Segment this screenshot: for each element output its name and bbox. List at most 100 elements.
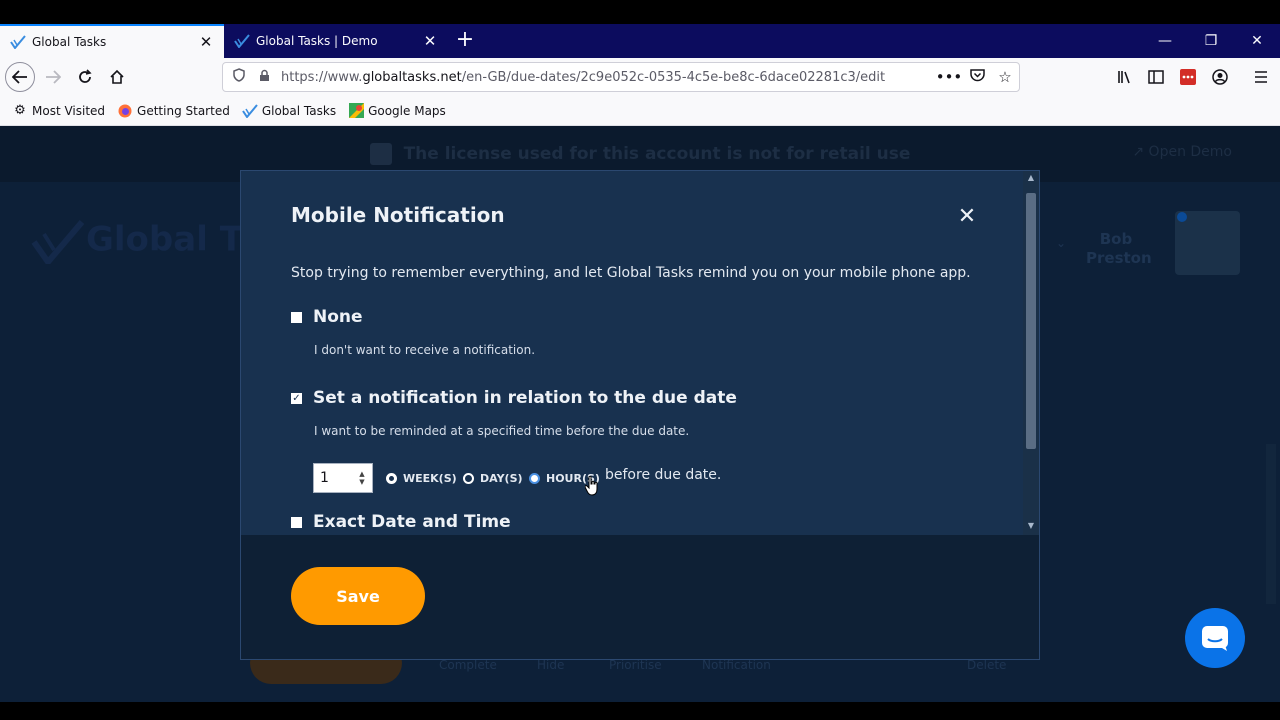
reload-button[interactable] bbox=[70, 62, 100, 92]
back-button[interactable] bbox=[5, 62, 35, 92]
tab-global-tasks-demo[interactable]: Global Tasks | Demo ✕ bbox=[224, 24, 448, 58]
option-exact-date[interactable]: Exact Date and Time bbox=[291, 512, 511, 532]
bookmark-label: Most Visited bbox=[32, 103, 106, 118]
option-none[interactable]: None bbox=[291, 307, 363, 327]
lock-icon[interactable] bbox=[255, 69, 273, 85]
url-text[interactable]: https://www.globaltasks.net/en-GB/due-da… bbox=[281, 70, 935, 85]
menu-icon[interactable] bbox=[1246, 62, 1276, 92]
more-actions-icon[interactable]: ••• bbox=[935, 68, 963, 86]
mobile-notification-modal: Mobile Notification ✕ Stop trying to rem… bbox=[240, 170, 1040, 660]
back-arrow-icon bbox=[12, 70, 27, 84]
radio-hours-dot[interactable] bbox=[529, 472, 540, 484]
option-relative-label: Set a notification in relation to the du… bbox=[313, 388, 737, 408]
scroll-up-icon[interactable]: ▲ bbox=[1023, 173, 1039, 182]
new-tab-button[interactable]: + bbox=[452, 28, 478, 54]
bookmarks-bar: ⚙ Most Visited Getting Started Global Ta… bbox=[0, 96, 1280, 126]
action-hide: Hide bbox=[537, 658, 565, 672]
extension-lastpass-icon[interactable] bbox=[1173, 62, 1203, 92]
chevron-down-icon[interactable]: ⌄ bbox=[1056, 236, 1066, 250]
bookmark-star-icon[interactable]: ☆ bbox=[991, 68, 1019, 86]
scrollbar-thumb[interactable] bbox=[1026, 193, 1036, 449]
home-icon bbox=[110, 69, 124, 84]
action-prioritise: Prioritise bbox=[609, 658, 662, 672]
minimize-icon[interactable]: — bbox=[1142, 24, 1188, 58]
bookmark-label: Global Tasks bbox=[261, 103, 337, 118]
radio-weeks-dot[interactable] bbox=[386, 472, 397, 484]
global-tasks-icon bbox=[234, 33, 250, 49]
library-icon[interactable] bbox=[1110, 62, 1140, 92]
close-icon[interactable]: ✕ bbox=[957, 206, 977, 228]
url-prefix: https://www. bbox=[281, 69, 363, 85]
close-tab-icon[interactable]: ✕ bbox=[194, 33, 218, 51]
screen-top-bar bbox=[0, 0, 1280, 24]
option-relative-due-date[interactable]: ✓ Set a notification in relation to the … bbox=[291, 388, 737, 408]
close-tab-icon[interactable]: ✕ bbox=[418, 32, 442, 50]
bookmark-most-visited[interactable]: ⚙ Most Visited bbox=[12, 103, 105, 119]
action-delete: Delete bbox=[967, 658, 1007, 672]
url-bar[interactable]: https://www.globaltasks.net/en-GB/due-da… bbox=[222, 62, 1020, 92]
tab-strip: Global Tasks ✕ Global Tasks | Demo ✕ + —… bbox=[0, 24, 1280, 58]
maps-icon bbox=[348, 103, 364, 119]
checkbox-none[interactable] bbox=[291, 311, 302, 323]
user-name[interactable]: Bob Preston bbox=[1086, 230, 1152, 268]
open-demo-link[interactable]: ↗ Open Demo bbox=[1132, 144, 1232, 160]
modal-footer: Save bbox=[241, 535, 1039, 659]
restore-icon[interactable]: ❐ bbox=[1188, 24, 1234, 58]
bookmark-getting-started[interactable]: Getting Started bbox=[117, 103, 230, 119]
firefox-icon bbox=[117, 103, 133, 119]
navigation-bar: https://www.globaltasks.net/en-GB/due-da… bbox=[0, 58, 1280, 96]
chat-launcher-button[interactable] bbox=[1185, 608, 1245, 668]
url-domain: globaltasks.net bbox=[362, 69, 462, 85]
account-icon[interactable] bbox=[1205, 62, 1235, 92]
notification-dot bbox=[1177, 212, 1187, 222]
gear-icon: ⚙ bbox=[14, 103, 26, 118]
forward-arrow-icon bbox=[46, 70, 61, 84]
radio-weeks[interactable]: WEEK(S) bbox=[386, 465, 457, 491]
modal-intro: Stop trying to remember everything, and … bbox=[291, 265, 971, 281]
reload-icon bbox=[79, 69, 92, 83]
option-exact-label: Exact Date and Time bbox=[313, 512, 511, 532]
option-none-description: I don't want to receive a notification. bbox=[314, 343, 536, 357]
page-scrollbar[interactable] bbox=[1266, 444, 1276, 604]
sidebar-icon[interactable] bbox=[1141, 62, 1171, 92]
forward-button[interactable] bbox=[38, 62, 68, 92]
radio-days-label: DAY(S) bbox=[480, 471, 523, 485]
screen: Global Tasks ✕ Global Tasks | Demo ✕ + —… bbox=[0, 0, 1280, 720]
radio-days-dot[interactable] bbox=[463, 472, 474, 484]
warning-icon bbox=[369, 143, 392, 165]
pocket-icon[interactable] bbox=[963, 68, 991, 86]
global-tasks-icon bbox=[10, 34, 26, 50]
tab-title: Global Tasks bbox=[32, 35, 107, 49]
before-due-date-text: before due date. bbox=[605, 467, 722, 483]
modal-scroll-area[interactable]: Mobile Notification ✕ Stop trying to rem… bbox=[241, 171, 1023, 535]
close-window-icon[interactable]: ✕ bbox=[1234, 24, 1280, 58]
action-notification: Notification bbox=[702, 658, 771, 672]
bookmark-global-tasks[interactable]: Global Tasks bbox=[241, 103, 337, 119]
radio-weeks-label: WEEK(S) bbox=[403, 471, 457, 485]
action-complete: Complete bbox=[439, 658, 497, 672]
radio-days[interactable]: DAY(S) bbox=[463, 465, 523, 491]
checkbox-exact-date[interactable] bbox=[291, 516, 302, 528]
global-tasks-icon bbox=[241, 103, 258, 119]
scroll-down-icon[interactable]: ▼ bbox=[1023, 521, 1039, 530]
number-spinner[interactable]: ▲ ▼ bbox=[356, 470, 368, 486]
tab-global-tasks[interactable]: Global Tasks ✕ bbox=[0, 24, 224, 58]
url-path: /en-GB/due-dates/2c9e052c-0535-4c5e-be8c… bbox=[461, 69, 886, 85]
amount-number-input[interactable]: 1 ▲ ▼ bbox=[313, 463, 373, 493]
modal-scrollbar[interactable]: ▲ ▼ bbox=[1023, 171, 1039, 535]
checkbox-relative-due-date[interactable]: ✓ bbox=[291, 392, 302, 404]
bookmark-label: Getting Started bbox=[137, 103, 230, 118]
option-none-label: None bbox=[313, 307, 363, 327]
chat-icon bbox=[1202, 626, 1228, 651]
bookmark-google-maps[interactable]: Google Maps bbox=[348, 103, 446, 119]
home-button[interactable] bbox=[102, 62, 132, 92]
amount-value: 1 bbox=[320, 470, 329, 486]
open-demo-label: Open Demo bbox=[1148, 144, 1232, 160]
option-relative-description: I want to be reminded at a specified tim… bbox=[314, 424, 690, 438]
hand-cursor-icon bbox=[585, 476, 598, 496]
global-tasks-logo: Global Ta bbox=[30, 218, 262, 267]
page-content: The license used for this account is not… bbox=[0, 126, 1280, 702]
logo-text: Global Ta bbox=[86, 219, 262, 260]
shield-icon[interactable] bbox=[229, 68, 249, 86]
save-button[interactable]: Save bbox=[291, 567, 425, 625]
